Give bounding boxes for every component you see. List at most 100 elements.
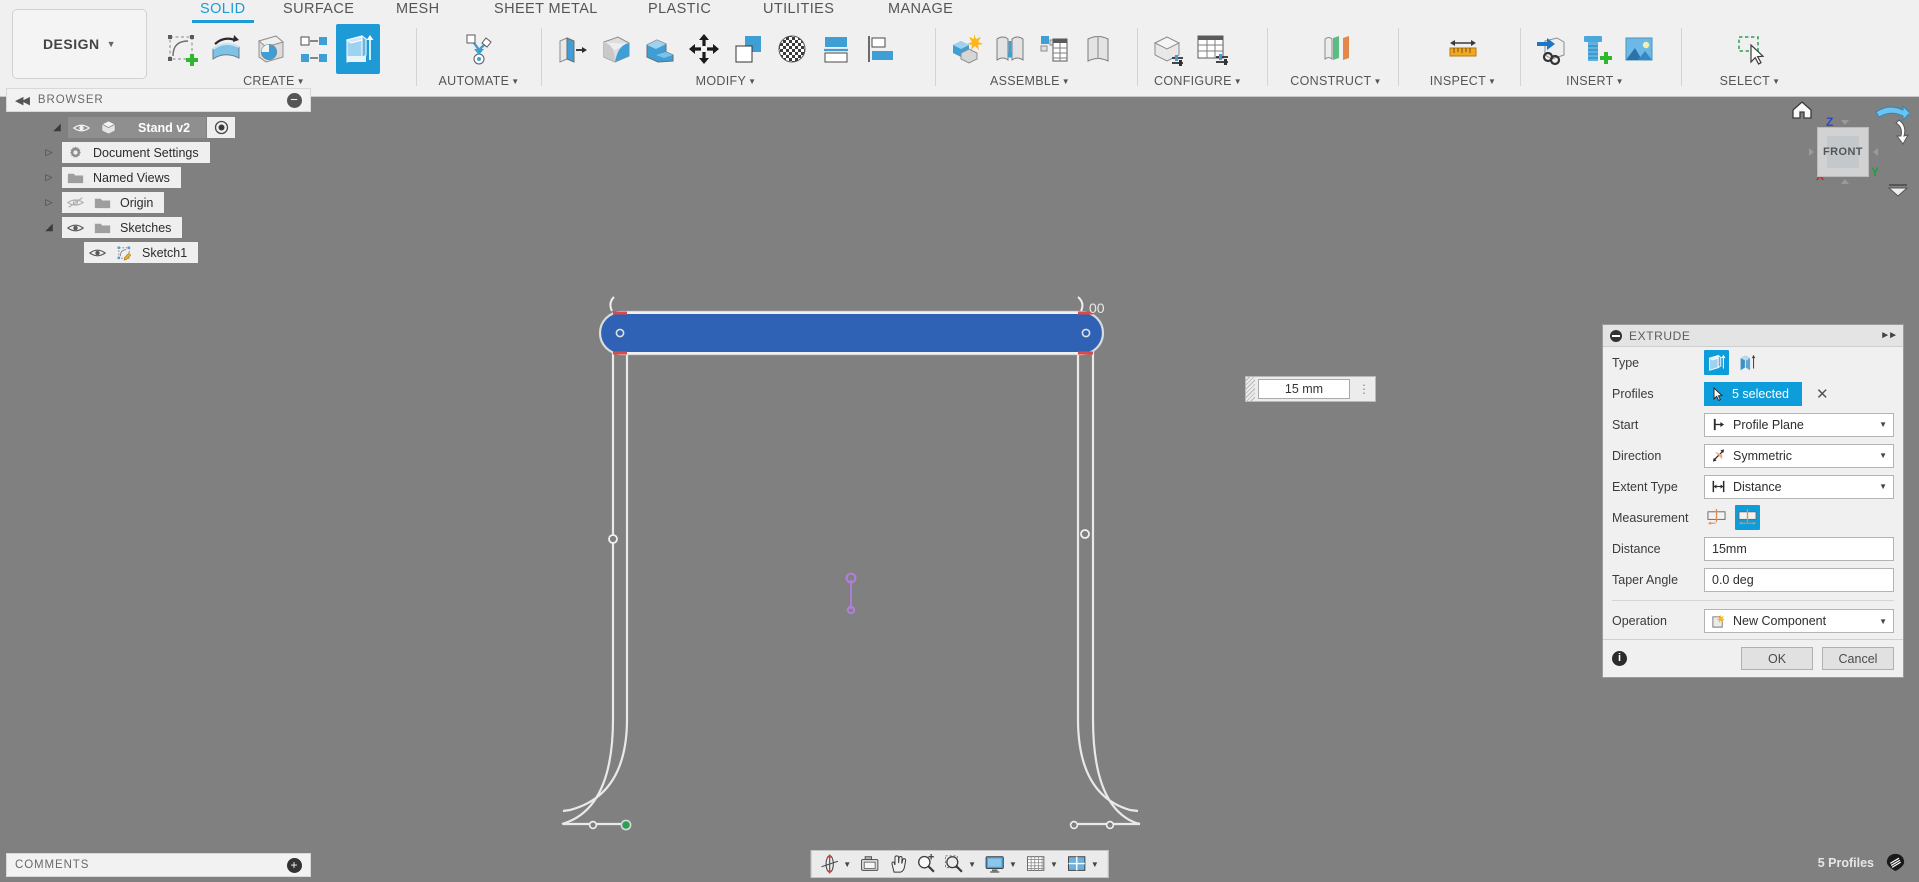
expander-closed-icon[interactable]: ▷ — [42, 197, 56, 208]
ribbon-group-configure-label[interactable]: CONFIGURE ▼ — [1146, 74, 1250, 88]
tab-mesh[interactable]: MESH — [396, 1, 440, 17]
zoom-icon[interactable] — [912, 852, 940, 876]
eye-hidden-icon[interactable] — [62, 196, 89, 209]
select-filter-icon[interactable] — [1886, 853, 1905, 872]
tree-item-origin[interactable]: ▷ Origin — [6, 192, 311, 213]
orbit-icon[interactable] — [815, 852, 843, 876]
eye-visible-icon[interactable] — [62, 222, 89, 234]
whole-length-icon[interactable] — [1735, 505, 1760, 530]
ribbon-group-create-label[interactable]: CREATE ▼ — [160, 74, 388, 88]
half-length-icon[interactable] — [1704, 505, 1729, 530]
look-at-icon[interactable] — [856, 852, 884, 876]
view-cube-front-face[interactable]: FRONT — [1817, 127, 1869, 177]
tree-item-named-views[interactable]: ▷ Named Views — [6, 167, 311, 188]
configuration-table-button[interactable] — [1190, 24, 1234, 74]
new-component-button[interactable] — [944, 24, 988, 74]
offset-plane-button[interactable] — [1314, 24, 1358, 74]
automate-button[interactable] — [457, 24, 501, 74]
joint-origin-button[interactable] — [1032, 24, 1076, 74]
type-solid-icon[interactable] — [1704, 350, 1729, 375]
chevron-down-icon[interactable]: ▼ — [1091, 860, 1104, 869]
zoom-window-icon[interactable] — [940, 852, 968, 876]
workspace-switcher-button[interactable]: DESIGN ▼ — [12, 9, 147, 79]
minus-icon[interactable]: − — [287, 92, 302, 108]
ribbon-group-automate-label[interactable]: AUTOMATE ▼ — [424, 74, 534, 88]
eye-visible-icon[interactable] — [84, 247, 111, 259]
expander-open-icon[interactable]: ◢ — [42, 222, 56, 233]
move-copy-button[interactable] — [682, 24, 726, 74]
extent-type-dropdown[interactable]: Distance ▼ — [1704, 474, 1894, 499]
press-pull-button[interactable] — [550, 24, 594, 74]
ok-button[interactable]: OK — [1741, 647, 1813, 670]
tree-item-document-settings[interactable]: ▷ Document Settings — [6, 142, 311, 163]
sphere-primitive-button[interactable] — [248, 24, 292, 74]
activate-component-radio[interactable] — [207, 117, 236, 138]
view-cube[interactable]: Z X Y FRONT — [1779, 100, 1909, 200]
chevron-down-icon[interactable]: ▼ — [968, 860, 981, 869]
profiles-select-button[interactable]: 5 selected — [1704, 381, 1802, 406]
insert-canvas-button[interactable] — [1617, 24, 1661, 74]
ribbon-group-select-label[interactable]: SELECT ▼ — [1690, 74, 1810, 88]
expander-closed-icon[interactable]: ▷ — [42, 147, 56, 158]
tree-item-stand-v2[interactable]: ◢ Stand v2 — [6, 117, 311, 138]
select-window-button[interactable] — [1728, 24, 1772, 74]
insert-mcmaster-button[interactable] — [1573, 24, 1617, 74]
info-icon[interactable]: i — [1612, 651, 1627, 666]
expand-right-icon[interactable]: ►► — [1880, 330, 1898, 341]
joint-button[interactable] — [988, 24, 1032, 74]
pan-icon[interactable] — [884, 852, 912, 876]
cancel-button[interactable]: Cancel — [1822, 647, 1894, 670]
tab-manage[interactable]: MANAGE — [888, 1, 953, 17]
align-button[interactable] — [858, 24, 902, 74]
ribbon-group-assemble-label[interactable]: ASSEMBLE ▼ — [944, 74, 1116, 88]
eye-visible-icon[interactable] — [68, 122, 95, 134]
chevron-down-icon[interactable]: ▼ — [1050, 860, 1063, 869]
tab-utilities[interactable]: UTILITIES — [763, 1, 834, 17]
start-dropdown[interactable]: Profile Plane ▼ — [1704, 412, 1894, 437]
close-x-icon[interactable]: ✕ — [1816, 385, 1829, 403]
tree-item-sketches[interactable]: ◢ Sketches — [6, 217, 311, 238]
chevron-down-icon[interactable]: ▼ — [843, 860, 856, 869]
combine-button[interactable] — [726, 24, 770, 74]
chevron-down-icon[interactable]: ▼ — [1009, 860, 1022, 869]
distance-value-box[interactable]: 15 mm ⋮ — [1245, 376, 1376, 402]
ribbon-group-construct-label[interactable]: CONSTRUCT ▼ — [1276, 74, 1396, 88]
rigid-group-button[interactable] — [1076, 24, 1120, 74]
ribbon-group-modify-label[interactable]: MODIFY ▼ — [550, 74, 902, 88]
direction-dropdown[interactable]: Symmetric ▼ — [1704, 443, 1894, 468]
display-settings-icon[interactable] — [981, 852, 1009, 876]
tab-sheet-metal[interactable]: SHEET METAL — [494, 1, 598, 17]
more-vertical-icon[interactable]: ⋮ — [1353, 383, 1375, 395]
expander-closed-icon[interactable]: ▷ — [42, 172, 56, 183]
physical-material-button[interactable] — [770, 24, 814, 74]
ribbon-group-insert-label[interactable]: INSERT ▼ — [1529, 74, 1661, 88]
pattern-button[interactable] — [292, 24, 336, 74]
create-sketch-button[interactable] — [160, 24, 204, 74]
configuration-button[interactable] — [1146, 24, 1190, 74]
split-face-button[interactable] — [814, 24, 858, 74]
measure-button[interactable] — [1441, 24, 1485, 74]
extrude-button[interactable] — [336, 24, 380, 74]
plus-icon[interactable]: + — [287, 857, 302, 873]
minus-circle-icon[interactable] — [1610, 329, 1622, 342]
type-thin-icon[interactable] — [1735, 350, 1760, 375]
distance-input[interactable]: 15mm — [1704, 536, 1894, 561]
comments-panel[interactable]: COMMENTS + — [6, 853, 311, 877]
fillet-button[interactable] — [594, 24, 638, 74]
revolve-button[interactable] — [204, 24, 248, 74]
viewports-icon[interactable] — [1063, 852, 1091, 876]
insert-derive-button[interactable] — [1529, 24, 1573, 74]
extrude-dialog-header[interactable]: EXTRUDE ►► — [1603, 325, 1903, 347]
drag-grip-icon[interactable] — [1246, 377, 1255, 401]
tab-surface[interactable]: SURFACE — [283, 1, 354, 17]
distance-value-input[interactable]: 15 mm — [1258, 379, 1350, 399]
tree-item-sketch1[interactable]: Sketch1 — [6, 242, 311, 263]
taper-angle-input[interactable]: 0.0 deg — [1704, 567, 1894, 592]
expander-open-icon[interactable]: ◢ — [50, 122, 64, 133]
tab-solid[interactable]: SOLID — [192, 1, 254, 23]
grid-snap-icon[interactable] — [1022, 852, 1050, 876]
tab-plastic[interactable]: PLASTIC — [648, 1, 711, 17]
shell-button[interactable] — [638, 24, 682, 74]
collapse-left-icon[interactable]: ◀◀ — [15, 94, 30, 107]
ribbon-group-inspect-label[interactable]: INSPECT ▼ — [1407, 74, 1519, 88]
